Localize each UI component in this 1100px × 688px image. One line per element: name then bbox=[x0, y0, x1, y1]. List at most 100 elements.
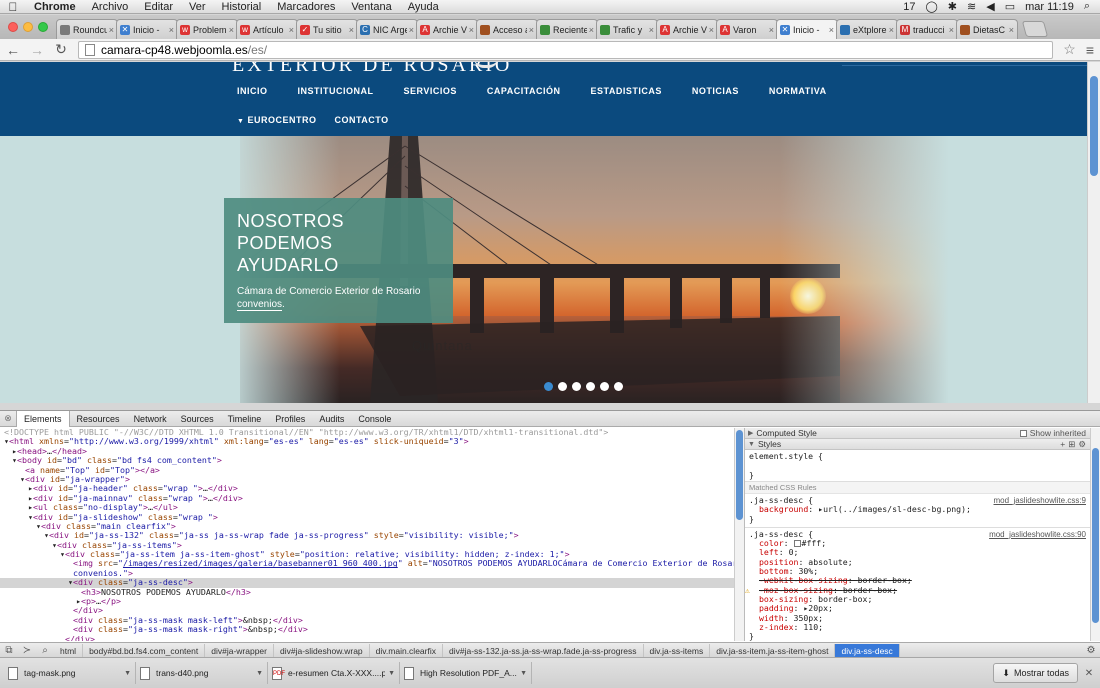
apple-menu-icon[interactable]:  bbox=[0, 0, 26, 14]
slide-dot[interactable] bbox=[572, 382, 581, 391]
nav-item-1[interactable]: INSTITUCIONAL bbox=[289, 86, 383, 96]
nav-item-3[interactable]: CAPACITACIÓN bbox=[478, 86, 570, 96]
breadcrumb-item[interactable]: div#ja-ss-132.ja-ss.ja-ss-wrap.fade.ja-s… bbox=[443, 643, 644, 658]
browser-tab[interactable]: A Varon × bbox=[716, 19, 778, 39]
tab-close-icon[interactable]: × bbox=[469, 25, 474, 35]
breadcrumb-item[interactable]: html bbox=[54, 643, 84, 658]
browser-tab[interactable]: Trafic y × bbox=[596, 19, 658, 39]
menu-ver[interactable]: Ver bbox=[181, 1, 214, 13]
menu-archivo[interactable]: Archivo bbox=[84, 1, 137, 13]
styles-header[interactable]: ▼ Styles + ⊞ ⚙ bbox=[745, 439, 1090, 450]
nav-item-5[interactable]: NOTICIAS bbox=[683, 86, 748, 96]
dom-node-line[interactable]: <div class="ja-ss-mask mask-right">&nbsp… bbox=[0, 624, 734, 634]
menu-marcadores[interactable]: Marcadores bbox=[269, 1, 343, 13]
toggle-state-icon[interactable]: ⊞ bbox=[1068, 439, 1075, 450]
bookmark-star-icon[interactable]: ☆ bbox=[1063, 41, 1076, 58]
browser-tab[interactable]: C NIC Arge × bbox=[356, 19, 418, 39]
tab-close-icon[interactable]: × bbox=[889, 25, 894, 35]
minimize-window-icon[interactable] bbox=[23, 22, 33, 32]
tab-close-icon[interactable]: × bbox=[949, 25, 954, 35]
tab-close-icon[interactable]: × bbox=[589, 25, 594, 35]
breadcrumb-item[interactable]: body#bd.bd.fs4.com_content bbox=[83, 643, 206, 658]
menu-ayuda[interactable]: Ayuda bbox=[400, 1, 447, 13]
new-rule-icon[interactable]: + bbox=[1060, 439, 1065, 449]
close-window-icon[interactable] bbox=[8, 22, 18, 32]
browser-tab[interactable]: A Archie V × bbox=[416, 19, 478, 39]
slide-dot[interactable] bbox=[544, 382, 553, 391]
bluetooth-icon[interactable]: ✱ bbox=[948, 0, 957, 13]
color-swatch[interactable] bbox=[793, 540, 801, 548]
address-bar[interactable]: camara-cp48.webjoomla.es/es/ bbox=[78, 40, 1054, 59]
browser-tab[interactable]: Roundcu × bbox=[56, 19, 118, 39]
elements-tree[interactable]: <!DOCTYPE html PUBLIC "-//W3C//DTD XHTML… bbox=[0, 428, 734, 641]
menu-historial[interactable]: Historial bbox=[214, 1, 270, 13]
volume-icon[interactable]: ◀ bbox=[986, 0, 994, 13]
page-scrollbar[interactable] bbox=[1087, 62, 1100, 403]
nav-item-row2-1[interactable]: CONTACTO bbox=[325, 115, 397, 125]
dock-icon[interactable]: ⧉ bbox=[0, 645, 18, 656]
tab-close-icon[interactable]: × bbox=[109, 25, 114, 35]
css-property[interactable]: z-index: 110; bbox=[749, 622, 1086, 632]
css-rule-1[interactable]: .ja-ss-desc { mod_jaslideshowlite.css:9 … bbox=[745, 494, 1090, 528]
computed-style-header[interactable]: ▶ Computed Style Show inherited bbox=[745, 428, 1090, 439]
battery-icon[interactable]: ▭ bbox=[1005, 0, 1015, 13]
devtools-tab-sources[interactable]: Sources bbox=[174, 411, 221, 427]
browser-tab[interactable]: ✓ Tu sitio × bbox=[296, 19, 358, 39]
tab-close-icon[interactable]: × bbox=[409, 25, 414, 35]
tab-close-icon[interactable]: × bbox=[349, 25, 354, 35]
breadcrumb-item[interactable]: div#ja-wrapper bbox=[205, 643, 274, 658]
menu-editar[interactable]: Editar bbox=[136, 1, 181, 13]
tab-close-icon[interactable]: × bbox=[1009, 25, 1014, 35]
nav-item-4[interactable]: ESTADISTICAS bbox=[582, 86, 671, 96]
zoom-window-icon[interactable] bbox=[38, 22, 48, 32]
browser-tab[interactable]: Mtraducci × bbox=[896, 19, 958, 39]
nav-item-6[interactable]: NORMATIVA bbox=[760, 86, 836, 96]
menu-chrome[interactable]: Chrome bbox=[26, 1, 84, 13]
nav-item-2[interactable]: SERVICIOS bbox=[395, 86, 466, 96]
chrome-menu-icon[interactable]: ≡ bbox=[1086, 42, 1094, 58]
devtools-tab-profiles[interactable]: Profiles bbox=[268, 411, 312, 427]
download-item[interactable]: trans-d40.png ▼ bbox=[136, 662, 268, 684]
css-property[interactable]: color: #fff; bbox=[749, 538, 1086, 548]
slide-dot[interactable] bbox=[586, 382, 595, 391]
styles-scrollbar-thumb[interactable] bbox=[1092, 448, 1099, 623]
download-menu-caret-icon[interactable]: ▼ bbox=[124, 670, 131, 677]
clock[interactable]: mar 11:19 bbox=[1025, 1, 1074, 13]
browser-tab[interactable]: Reciente × bbox=[536, 19, 598, 39]
tab-close-icon[interactable]: × bbox=[289, 25, 294, 35]
browser-tab[interactable]: DietasC × bbox=[956, 19, 1018, 39]
spotlight-icon[interactable]: ⌕ bbox=[1084, 0, 1090, 13]
nav-item-0[interactable]: INICIO bbox=[228, 86, 277, 96]
new-tab-button[interactable] bbox=[1021, 21, 1049, 37]
browser-tab[interactable]: Acceso a × bbox=[476, 19, 538, 39]
forward-button[interactable]: → bbox=[30, 42, 44, 58]
download-item[interactable]: PDF e-resumen Cta.X-XXX....pdf ▼ bbox=[268, 662, 400, 684]
devtools-tab-timeline[interactable]: Timeline bbox=[221, 411, 269, 427]
devtools-close-icon[interactable]: ⊗ bbox=[0, 413, 16, 424]
css-rule-2[interactable]: .ja-ss-desc { mod_jaslideshowlite.css:90… bbox=[745, 528, 1090, 641]
breadcrumb-item[interactable]: div.ja-ss-desc bbox=[835, 643, 900, 658]
rule-source-link[interactable]: mod_jaslideshowlite.css:9 bbox=[994, 496, 1087, 505]
slideshow[interactable]: Quintana NOSOTROS PODEMOS AYUDARLO Cámar… bbox=[0, 136, 1087, 403]
reload-button[interactable]: ↻ bbox=[54, 41, 68, 58]
tab-close-icon[interactable]: × bbox=[169, 25, 174, 35]
css-property[interactable]: background: ▸url(../images/sl-desc-bg.pn… bbox=[749, 504, 1086, 514]
tab-close-icon[interactable]: × bbox=[529, 25, 534, 35]
tab-close-icon[interactable]: × bbox=[709, 25, 714, 35]
browser-tab[interactable]: w Artículo × bbox=[236, 19, 298, 39]
download-menu-caret-icon[interactable]: ▼ bbox=[520, 670, 527, 677]
close-downloads-icon[interactable]: ✕ bbox=[1078, 668, 1100, 679]
devtools-settings-icon[interactable]: ⚙ bbox=[1082, 645, 1100, 656]
nav-item-row2-0[interactable]: ▼ EUROCENTRO bbox=[228, 115, 325, 125]
download-menu-caret-icon[interactable]: ▼ bbox=[256, 670, 263, 677]
convenios-link[interactable]: convenios bbox=[237, 299, 283, 311]
rule-source-link[interactable]: mod_jaslideshowlite.css:90 bbox=[989, 530, 1086, 539]
sync-icon[interactable]: ◯ bbox=[925, 0, 937, 13]
menu-ventana[interactable]: Ventana bbox=[343, 1, 399, 13]
styles-gear-icon[interactable]: ⚙ bbox=[1078, 439, 1086, 450]
breadcrumb-item[interactable]: div#ja-slideshow.wrap bbox=[274, 643, 370, 658]
page-scrollbar-thumb[interactable] bbox=[1090, 76, 1098, 176]
inspect-search-icon[interactable]: ⌕ bbox=[36, 645, 54, 656]
devtools-tab-console[interactable]: Console bbox=[351, 411, 398, 427]
slide-dot[interactable] bbox=[600, 382, 609, 391]
